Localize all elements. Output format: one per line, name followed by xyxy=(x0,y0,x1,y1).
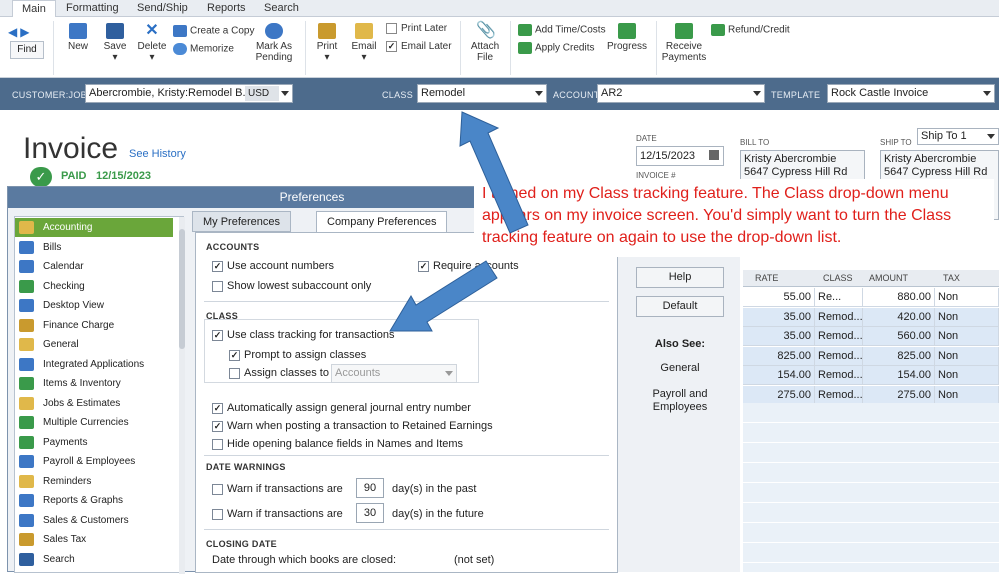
arrow-to-class-option xyxy=(389,260,498,332)
annotation-arrows xyxy=(389,111,529,332)
arrow-up-to-class xyxy=(459,111,529,234)
